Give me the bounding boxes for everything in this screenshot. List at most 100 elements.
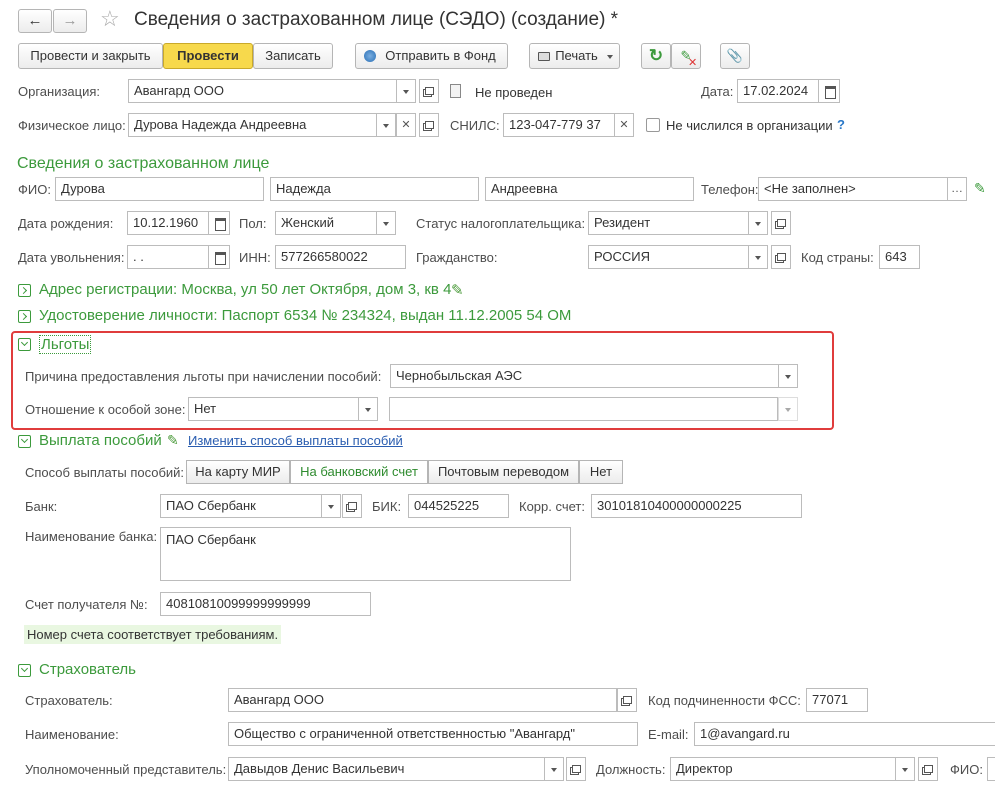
physical-person-label: Физическое лицо: <box>18 118 126 133</box>
address-edit-icon[interactable]: ✎ <box>451 281 464 299</box>
physical-person-clear-button[interactable]: ✕ <box>396 113 416 137</box>
change-payment-method-link[interactable]: Изменить способ выплаты пособий <box>188 433 403 448</box>
refresh-icon: ↻ <box>648 46 664 65</box>
dismissal-date-field[interactable]: . . <box>127 245 209 269</box>
bank-open-button[interactable] <box>342 494 362 518</box>
print-button[interactable]: Печать <box>529 43 620 69</box>
insurer-field[interactable]: Авангард ООО <box>228 688 617 712</box>
collapse-benefits-icon[interactable] <box>18 338 31 351</box>
date-calendar-button[interactable] <box>818 79 840 103</box>
insurer-name-field[interactable]: Общество с ограниченной ответственностью… <box>228 722 638 746</box>
chevron-down-icon <box>607 55 613 59</box>
representative-open-button[interactable] <box>566 757 586 781</box>
identity-group-title[interactable]: Удостоверение личности: Паспорт 6534 № 2… <box>39 307 571 324</box>
position-field[interactable]: Директор <box>670 757 896 781</box>
citizenship-dropdown-button[interactable] <box>748 245 768 269</box>
expand-identity-icon[interactable] <box>18 310 31 323</box>
sex-dropdown-button[interactable] <box>376 211 396 235</box>
insurer-name-label: Наименование: <box>25 727 119 742</box>
help-icon[interactable]: ? <box>837 117 845 132</box>
attach-button[interactable]: 📎 <box>720 43 750 69</box>
benefits-group-title[interactable]: Льготы <box>39 335 92 354</box>
method-bank-account[interactable]: На банковский счет <box>290 460 428 484</box>
special-zone-field[interactable]: Нет <box>188 397 359 421</box>
tax-status-open-button[interactable] <box>771 211 791 235</box>
post-and-close-button[interactable]: Провести и закрыть <box>18 43 163 69</box>
back-button[interactable]: ← <box>18 9 52 33</box>
special-zone-detail-field[interactable] <box>389 397 778 421</box>
birth-date-calendar-button[interactable] <box>208 211 230 235</box>
bik-field[interactable]: 044525225 <box>408 494 509 518</box>
account-field[interactable]: 40810810099999999999 <box>160 592 371 616</box>
citizenship-field[interactable]: РОССИЯ <box>588 245 768 269</box>
email-label: E-mail: <box>648 727 689 742</box>
corr-account-field[interactable]: 30101810400000000225 <box>591 494 802 518</box>
bank-field[interactable]: ПАО Сбербанк <box>160 494 322 518</box>
payment-edit-icon[interactable]: ✎ <box>167 432 179 449</box>
special-zone-dropdown-button[interactable] <box>358 397 378 421</box>
corr-account-label: Корр. счет: <box>519 499 585 514</box>
inn-field[interactable]: 577266580022 <box>275 245 406 269</box>
send-to-fund-button[interactable]: Отправить в Фонд <box>355 43 508 69</box>
dismissal-date-calendar-button[interactable] <box>208 245 230 269</box>
organization-open-button[interactable] <box>419 79 439 103</box>
method-none[interactable]: Нет <box>579 460 623 484</box>
representative-dropdown-button[interactable] <box>544 757 564 781</box>
post-button[interactable]: Провести <box>163 43 253 69</box>
address-group-title[interactable]: Адрес регистрации: Москва, ул 50 лет Окт… <box>39 281 451 298</box>
not-listed-label: Не числился в организации <box>666 118 833 133</box>
fss-code-field[interactable]: 77071 <box>806 688 868 712</box>
special-zone-detail-dropdown-button[interactable] <box>778 397 798 421</box>
phone-edit-icon[interactable]: ✎ <box>974 180 986 197</box>
tax-status-field[interactable]: Резидент <box>588 211 768 235</box>
country-code-field[interactable]: 643 <box>879 245 920 269</box>
print-label: Печать <box>555 48 598 63</box>
organization-dropdown-button[interactable] <box>396 79 416 103</box>
physical-person-dropdown-button[interactable] <box>376 113 396 137</box>
position-dropdown-button[interactable] <box>895 757 915 781</box>
middle-name-field[interactable]: Андреевна <box>485 177 694 201</box>
citizenship-open-button[interactable] <box>771 245 791 269</box>
email-field[interactable]: 1@avangard.ru <box>694 722 995 746</box>
special-zone-label: Отношение к особой зоне: <box>25 402 186 417</box>
insurer-group-title[interactable]: Страхователь <box>39 661 136 678</box>
payment-group-title[interactable]: Выплата пособий <box>39 432 162 449</box>
send-to-fund-label: Отправить в Фонд <box>385 48 496 63</box>
representative-field[interactable]: Давыдов Денис Васильевич <box>228 757 545 781</box>
birth-date-field[interactable]: 10.12.1960 <box>127 211 209 235</box>
snils-field[interactable]: 123-047-779 37 <box>503 113 615 137</box>
last-name-field[interactable]: Дурова <box>55 177 264 201</box>
phone-select-button[interactable]: … <box>947 177 967 201</box>
date-field[interactable]: 17.02.2024 <box>737 79 819 103</box>
position-open-button[interactable] <box>918 757 938 781</box>
representative-fio-label: ФИО: <box>950 762 983 777</box>
physical-person-field[interactable]: Дурова Надежда Андреевна <box>128 113 396 137</box>
organization-label: Организация: <box>18 84 101 99</box>
snils-clear-button[interactable]: ✕ <box>614 113 634 137</box>
representative-fio-field[interactable] <box>987 757 995 781</box>
edit-clear-button[interactable]: ✎ ✕ <box>671 43 701 69</box>
inn-label: ИНН: <box>239 250 271 265</box>
insurer-open-button[interactable] <box>617 688 637 712</box>
tax-status-dropdown-button[interactable] <box>748 211 768 235</box>
benefit-reason-dropdown-button[interactable] <box>778 364 798 388</box>
physical-person-open-button[interactable] <box>419 113 439 137</box>
save-button[interactable]: Записать <box>253 43 333 69</box>
expand-address-icon[interactable] <box>18 284 31 297</box>
bank-name-label: Наименование банка: <box>25 529 158 544</box>
refresh-button[interactable]: ↻ <box>641 43 671 69</box>
bank-dropdown-button[interactable] <box>321 494 341 518</box>
benefit-reason-field[interactable]: Чернобыльская АЭС <box>390 364 779 388</box>
snils-label: СНИЛС: <box>450 118 500 133</box>
organization-field[interactable]: Авангард ООО <box>128 79 416 103</box>
collapse-insurer-icon[interactable] <box>18 664 31 677</box>
not-listed-checkbox[interactable] <box>646 118 660 132</box>
favorite-star-icon[interactable]: ☆ <box>100 6 120 32</box>
method-mir-card[interactable]: На карту МИР <box>186 460 290 484</box>
first-name-field[interactable]: Надежда <box>270 177 479 201</box>
method-postal-transfer[interactable]: Почтовым переводом <box>428 460 579 484</box>
bank-name-field[interactable]: ПАО Сбербанк <box>160 527 571 581</box>
phone-field[interactable]: <Не заполнен> <box>758 177 948 201</box>
collapse-payment-icon[interactable] <box>18 435 31 448</box>
forward-button[interactable]: → <box>53 9 87 33</box>
